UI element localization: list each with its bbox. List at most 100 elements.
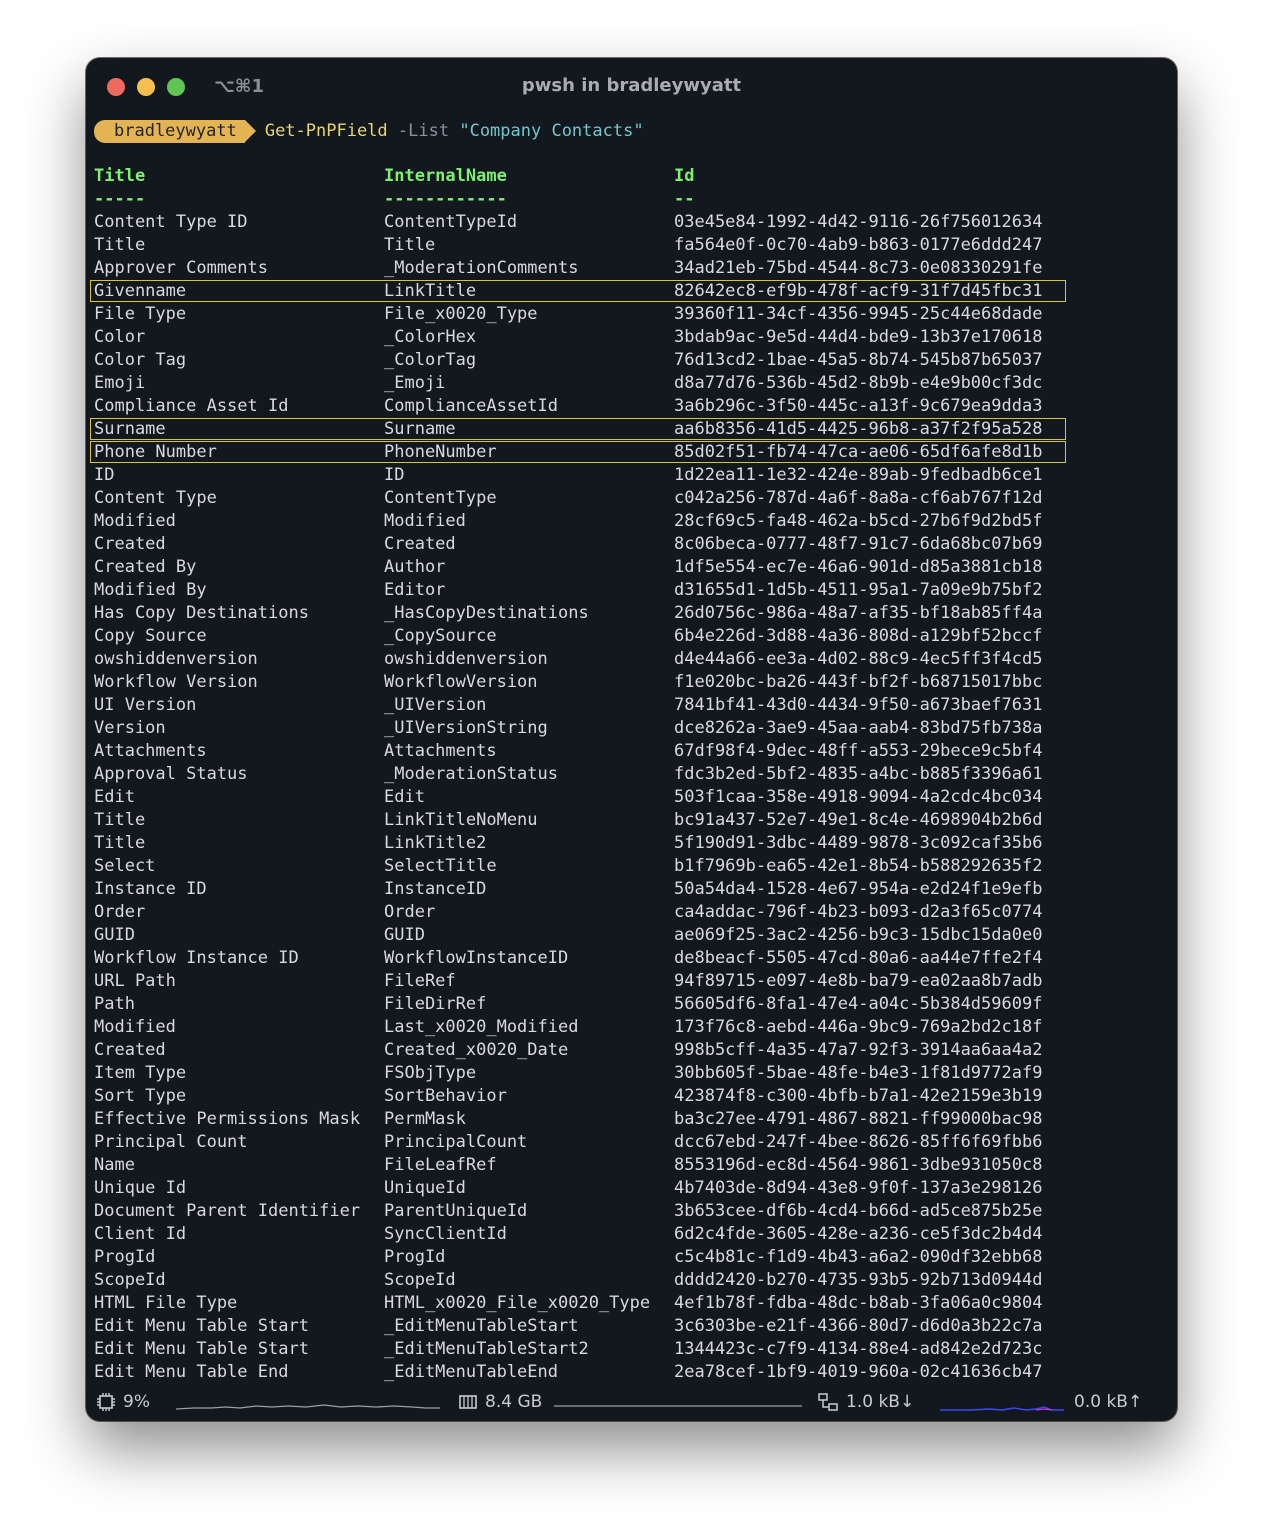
network-icon [817,1392,839,1412]
column-header-internal-name: InternalName [384,166,507,186]
table-cell-internal-name: ProgId [384,1247,446,1267]
table-cell-id: 7841bf41-43d0-4434-9f50-a673baef7631 [674,695,1043,715]
table-cell-title: File Type [94,304,187,324]
table-cell-internal-name: ID [384,465,405,485]
table-cell-id: d8a77d76-536b-45d2-8b9b-e4e9b00cf3dc [674,373,1043,393]
table-cell-title: Content Type ID [94,212,248,232]
table-cell-id: 503f1caa-358e-4918-9094-4a2cdc4bc034 [674,787,1043,807]
table-cell-internal-name: ContentTypeId [384,212,518,232]
table-cell-internal-name: LinkTitle2 [384,833,487,853]
table-cell-internal-name: SyncClientId [384,1224,507,1244]
table-cell-internal-name: HTML_x0020_File_x0020_Type [384,1293,651,1313]
table-cell-title: Has Copy Destinations [94,603,309,623]
table-cell-id: c5c4b81c-f1d9-4b43-a6a2-090df32ebb68 [674,1247,1043,1267]
command-argument: "Company Contacts" [459,120,644,141]
cpu-icon [96,1392,116,1412]
table-cell-id: aa6b8356-41d5-4425-96b8-a37f2f95a528 [674,419,1043,439]
table-cell-internal-name: GUID [384,925,425,945]
table-cell-internal-name: ScopeId [384,1270,456,1290]
table-cell-id: 30bb605f-5bae-48fe-b4e3-1f81d9772af9 [674,1063,1043,1083]
table-cell-title: Instance ID [94,879,207,899]
network-upload-widget: 0.0 kB↑ [1074,1383,1142,1421]
command-parameter: -List [397,120,450,141]
column-header-id: Id [674,166,695,186]
column-header-title: Title [94,166,146,186]
table-cell-title: Modified [94,511,176,531]
table-cell-id: d4e44a66-ee3a-4d02-88c9-4ec5ff3f4cd5 [674,649,1043,669]
table-cell-id: 6b4e226d-3d88-4a36-808d-a129bf52bccf [674,626,1043,646]
table-cell-id: 85d02f51-fb74-47ca-ae06-65df6afe8d1b [674,442,1043,462]
table-cell-id: c042a256-787d-4a6f-8a8a-cf6ab767f12d [674,488,1043,508]
table-cell-internal-name: _EditMenuTableStart2 [384,1339,589,1359]
table-cell-internal-name: WorkflowVersion [384,672,538,692]
table-cell-internal-name: File_x0020_Type [384,304,538,324]
table-cell-internal-name: ComplianceAssetId [384,396,558,416]
table-cell-id: 67df98f4-9dec-48ff-a553-29bece9c5bf4 [674,741,1043,761]
column-underline-id: -- [674,189,695,209]
table-cell-internal-name: SelectTitle [384,856,497,876]
table-cell-id: 1d22ea11-1e32-424e-89ab-9fedbadb6ce1 [674,465,1043,485]
table-cell-title: Document Parent Identifier [94,1201,361,1221]
table-cell-id: d31655d1-1d5b-4511-95a1-7a09e9b75bf2 [674,580,1043,600]
table-cell-title: Givenname [94,281,187,301]
table-cell-title: Select [94,856,156,876]
table-cell-internal-name: InstanceID [384,879,487,899]
table-cell-id: 173f76c8-aebd-446a-9bc9-769a2bd2c18f [674,1017,1043,1037]
table-cell-id: 82642ec8-ef9b-478f-acf9-31f7d45fbc31 [674,281,1043,301]
table-cell-title: Workflow Version [94,672,258,692]
table-cell-internal-name: FSObjType [384,1063,477,1083]
table-cell-internal-name: Created [384,534,456,554]
table-cell-id: 8c06beca-0777-48f7-91c7-6da68bc07b69 [674,534,1043,554]
network-upload: 0.0 kB↑ [1074,1392,1143,1412]
table-cell-internal-name: FileDirRef [384,994,487,1014]
table-cell-internal-name: WorkflowInstanceID [384,948,569,968]
table-cell-id: 3b653cee-df6b-4cd4-b66d-ad5ce875b25e [674,1201,1043,1221]
table-cell-title: Approver Comments [94,258,268,278]
table-cell-internal-name: owshiddenversion [384,649,548,669]
table-cell-title: Color [94,327,146,347]
table-cell-internal-name: Author [384,557,446,577]
table-cell-internal-name: _ModerationStatus [384,764,558,784]
table-cell-title: Created [94,534,166,554]
table-cell-title: Order [94,902,146,922]
table-cell-title: Surname [94,419,166,439]
table-cell-title: Edit Menu Table Start [94,1316,309,1336]
table-cell-title: UI Version [94,695,197,715]
table-cell-id: ae069f25-3ac2-4256-b9c3-15dbc15da0e0 [674,925,1043,945]
table-cell-title: ID [94,465,115,485]
status-bar: 9% 8.4 GB 1.0 kB↓ 0.0 kB↑ [86,1383,1177,1421]
table-cell-internal-name: Created_x0020_Date [384,1040,569,1060]
table-cell-internal-name: ContentType [384,488,497,508]
table-cell-title: Client Id [94,1224,187,1244]
table-cell-title: URL Path [94,971,176,991]
table-cell-internal-name: Title [384,235,436,255]
table-cell-internal-name: PrincipalCount [384,1132,528,1152]
table-cell-id: 4b7403de-8d94-43e8-9f0f-137a3e298126 [674,1178,1043,1198]
table-cell-internal-name: PhoneNumber [384,442,497,462]
table-cell-internal-name: _ColorTag [384,350,477,370]
table-cell-id: 3c6303be-e21f-4366-80d7-d6d0a3b22c7a [674,1316,1043,1336]
table-cell-title: Title [94,833,146,853]
table-cell-title: Created [94,1040,166,1060]
table-cell-title: Version [94,718,166,738]
table-cell-id: 26d0756c-986a-48a7-af35-bf18ab85ff4a [674,603,1043,623]
table-cell-id: bc91a437-52e7-49e1-8c4e-4698904b2b6d [674,810,1043,830]
table-cell-internal-name: PermMask [384,1109,466,1129]
table-cell-id: 1344423c-c7f9-4134-88e4-ad842e2d723c [674,1339,1043,1359]
table-cell-title: Sort Type [94,1086,187,1106]
table-cell-internal-name: UniqueId [384,1178,466,1198]
table-cell-title: Unique Id [94,1178,187,1198]
table-cell-id: dcc67ebd-247f-4bee-8626-85ff6f69fbb6 [674,1132,1043,1152]
table-cell-internal-name: SortBehavior [384,1086,507,1106]
table-cell-internal-name: _HasCopyDestinations [384,603,589,623]
table-cell-internal-name: _EditMenuTableStart [384,1316,579,1336]
column-underline-internal-name: ------------ [384,189,507,209]
prompt-user-segment: bradleywyatt [94,119,256,143]
table-cell-id: 2ea78cef-1bf9-4019-960a-02c41636cb47 [674,1362,1043,1382]
table-cell-id: fa564e0f-0c70-4ab9-b863-0177e6ddd247 [674,235,1043,255]
table-cell-title: Created By [94,557,197,577]
table-cell-id: 34ad21eb-75bd-4544-8c73-0e08330291fe [674,258,1043,278]
table-cell-id: 4ef1b78f-fdba-48dc-b8ab-3fa06a0c9804 [674,1293,1043,1313]
memory-widget: 8.4 GB [458,1383,542,1421]
table-cell-internal-name: _UIVersion [384,695,487,715]
